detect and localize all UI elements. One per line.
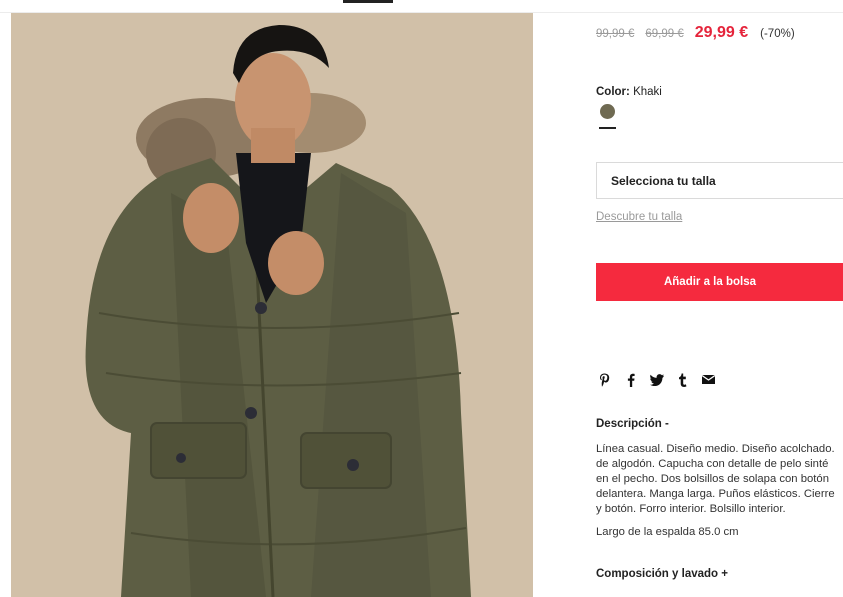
composition-toggle[interactable]: Composición y lavado + bbox=[596, 568, 728, 580]
add-to-bag-button[interactable]: Añadir a la bolsa bbox=[596, 263, 843, 301]
email-icon[interactable] bbox=[701, 372, 716, 387]
share-icons bbox=[597, 372, 727, 387]
active-tab-indicator bbox=[343, 0, 393, 3]
sale-price: 29,99 € bbox=[694, 24, 749, 41]
color-label-key: Color: bbox=[596, 86, 630, 98]
size-select[interactable]: Selecciona tu talla bbox=[596, 162, 843, 199]
size-select-label: Selecciona tu talla bbox=[611, 173, 716, 188]
description-text: Línea casual. Diseño medio. Diseño acolc… bbox=[596, 442, 843, 517]
product-photo bbox=[11, 13, 533, 597]
add-to-bag-label: Añadir a la bolsa bbox=[663, 276, 756, 288]
size-guide-link[interactable]: Descubre tu talla bbox=[596, 211, 682, 223]
description-line: de algodón. Capucha con detalle de pelo … bbox=[596, 458, 829, 470]
discount-badge: (-70%) bbox=[760, 28, 795, 40]
tumblr-icon[interactable] bbox=[675, 372, 690, 387]
facebook-icon[interactable] bbox=[623, 372, 638, 387]
back-length: Largo de la espalda 85.0 cm bbox=[596, 526, 739, 538]
previous-price: 69,99 € bbox=[645, 28, 684, 40]
description-line: y botón. Forro interior. Bolsillo interi… bbox=[596, 503, 786, 515]
description-line: Línea casual. Diseño medio. Diseño acolc… bbox=[596, 443, 835, 455]
original-price: 99,99 € bbox=[596, 28, 635, 40]
selected-swatch-indicator bbox=[599, 127, 616, 129]
color-value: Khaki bbox=[633, 86, 662, 98]
price-row: 99,99 € 69,99 € 29,99 € (-70%) bbox=[596, 24, 795, 42]
description-line: delantera. Manga larga. Puños elásticos.… bbox=[596, 488, 835, 500]
description-line: en el pecho. Dos bolsillos de solapa con… bbox=[596, 473, 829, 485]
twitter-icon[interactable] bbox=[649, 372, 664, 387]
pinterest-icon[interactable] bbox=[597, 372, 612, 387]
color-label: Color: Khaki bbox=[596, 86, 662, 98]
color-swatch-khaki[interactable] bbox=[600, 104, 615, 119]
description-toggle[interactable]: Descripción - bbox=[596, 418, 669, 430]
